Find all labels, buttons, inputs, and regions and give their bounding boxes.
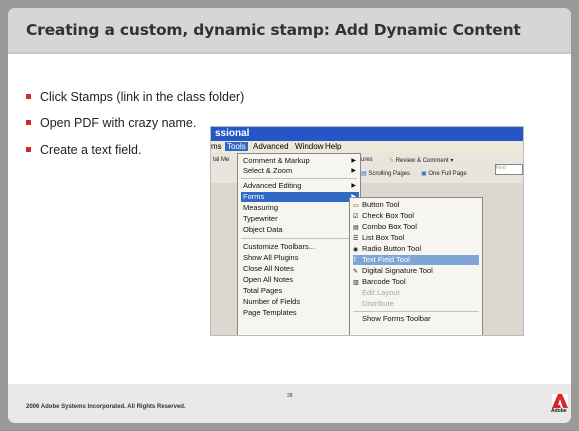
menu-item-object-data[interactable]: Object Data▶ — [241, 225, 359, 235]
menu-item-advanced-editing[interactable]: Advanced Editing ▶ — [241, 181, 359, 191]
button-tool-icon: ▭ — [353, 203, 359, 209]
menu-help[interactable]: Help — [325, 142, 341, 151]
submenu-item-digital-signature-tool[interactable]: ✎ Digital Signature Tool — [353, 266, 479, 276]
bullet-text: Click Stamps (link in the class folder) — [40, 90, 245, 104]
bullet-item: Create a text field. — [26, 143, 141, 157]
review-icon: ✎ — [389, 158, 395, 164]
window-title: ssional — [215, 128, 250, 139]
submenu-item-distribute: Distribute — [362, 299, 394, 308]
scrolling-pages-button[interactable]: ▤ Scrolling Pages — [361, 170, 410, 177]
bullet-text: Create a text field. — [40, 143, 142, 157]
menu-item-open-all-notes[interactable]: Open All Notes — [241, 275, 359, 285]
menu-item-comment-markup[interactable]: Comment & Markup ▶ — [241, 156, 359, 166]
bullet-marker — [26, 94, 31, 99]
find-input[interactable]: Find — [495, 164, 523, 175]
bullet-item: Open PDF with crazy name. — [26, 116, 196, 130]
menu-advanced[interactable]: Advanced — [253, 142, 289, 151]
menu-separator — [241, 238, 357, 239]
menu-separator — [241, 178, 357, 179]
menu-item-page-templates[interactable]: Page Templates — [241, 308, 359, 318]
menu-tools[interactable]: Tools — [225, 142, 248, 151]
menu-item-show-all-plugins[interactable]: Show All Plugins — [241, 253, 359, 263]
menu-item-select-zoom[interactable]: Select & Zoom ▶ — [241, 166, 359, 176]
page-number: 28 — [287, 393, 293, 399]
one-full-page-button[interactable]: ▣ One Full Page — [421, 170, 467, 177]
submenu-item-combo-box-tool[interactable]: ▤ Combo Box Tool — [353, 222, 479, 232]
tools-menu: Comment & Markup ▶ Select & Zoom ▶ Advance… — [237, 153, 361, 335]
submenu-arrow-icon: ▶ — [351, 168, 356, 174]
menu-separator — [353, 311, 479, 312]
toolbar-item[interactable]: tal Me — [213, 157, 229, 163]
submenu-arrow-icon: ▶ — [351, 158, 356, 164]
bullet-marker — [26, 147, 31, 152]
menu-item-typewriter[interactable]: Typewriter▶ — [241, 214, 359, 224]
adobe-logo-text: Adobe — [551, 408, 567, 414]
submenu-arrow-icon: ▶ — [351, 183, 356, 189]
menu-item-measuring[interactable]: Measuring▶ — [241, 203, 359, 213]
menu-item-customize-toolbars[interactable]: Customize Toolbars... — [241, 242, 359, 252]
combobox-tool-icon: ▤ — [353, 225, 359, 231]
submenu-item-barcode-tool[interactable]: ▥ Barcode Tool — [353, 277, 479, 287]
adobe-logo-icon — [552, 394, 568, 408]
textfield-tool-icon: T — [353, 258, 357, 264]
menu-item-number-of-fields[interactable]: Number of Fields — [241, 297, 359, 307]
slide: Creating a custom, dynamic stamp: Add Dy… — [0, 0, 579, 431]
slide-title: Creating a custom, dynamic stamp: Add Dy… — [26, 21, 521, 39]
signature-tool-icon: ✎ — [353, 269, 359, 275]
bullet-item: Click Stamps (link in the class folder) — [26, 90, 244, 104]
bullet-marker — [26, 120, 31, 125]
menu-item[interactable]: ms — [211, 142, 222, 151]
toolbar-item[interactable]: ures — [361, 157, 373, 163]
bullet-text: Open PDF with crazy name. — [40, 116, 197, 130]
acrobat-screenshot: ssional ms Tools Advanced Window Help ta… — [210, 126, 524, 336]
copyright-footer: 2006 Adobe Systems Incorporated. All Rig… — [26, 404, 186, 410]
menubar: ms Tools Advanced Window Help — [211, 141, 523, 153]
review-comment-button[interactable]: ✎ Review & Comment ▾ — [389, 157, 453, 164]
submenu-item-check-box-tool[interactable]: ☑ Check Box Tool — [353, 211, 479, 221]
submenu-item-edit-layout: Edit Layout — [362, 288, 400, 297]
adobe-logo: Adobe — [551, 394, 569, 416]
submenu-item-radio-button-tool[interactable]: ◉ Radio Button Tool — [353, 244, 479, 254]
menu-item-close-all-notes[interactable]: Close All Notes — [241, 264, 359, 274]
submenu-item-show-forms-toolbar[interactable]: Show Forms Toolbar — [353, 314, 479, 324]
full-page-icon: ▣ — [421, 171, 427, 177]
radio-tool-icon: ◉ — [353, 247, 359, 253]
menu-item-forms[interactable]: Forms▶ — [241, 192, 359, 202]
submenu-item-button-tool[interactable]: ▭ Button Tool — [353, 200, 479, 210]
checkbox-tool-icon: ☑ — [353, 214, 359, 220]
submenu-item-text-field-tool[interactable]: T Text Field Tool — [353, 255, 479, 265]
menu-item-total-pages[interactable]: Total Pages — [241, 286, 359, 296]
barcode-tool-icon: ▥ — [353, 280, 359, 286]
submenu-item-list-box-tool[interactable]: ☰ List Box Tool — [353, 233, 479, 243]
window-titlebar — [211, 127, 523, 141]
forms-submenu: ▭ Button Tool ☑ Check Box Tool ▤ Combo Box … — [349, 197, 483, 335]
listbox-tool-icon: ☰ — [353, 236, 359, 242]
scrolling-pages-icon: ▤ — [361, 171, 367, 177]
menu-window[interactable]: Window — [295, 142, 323, 151]
